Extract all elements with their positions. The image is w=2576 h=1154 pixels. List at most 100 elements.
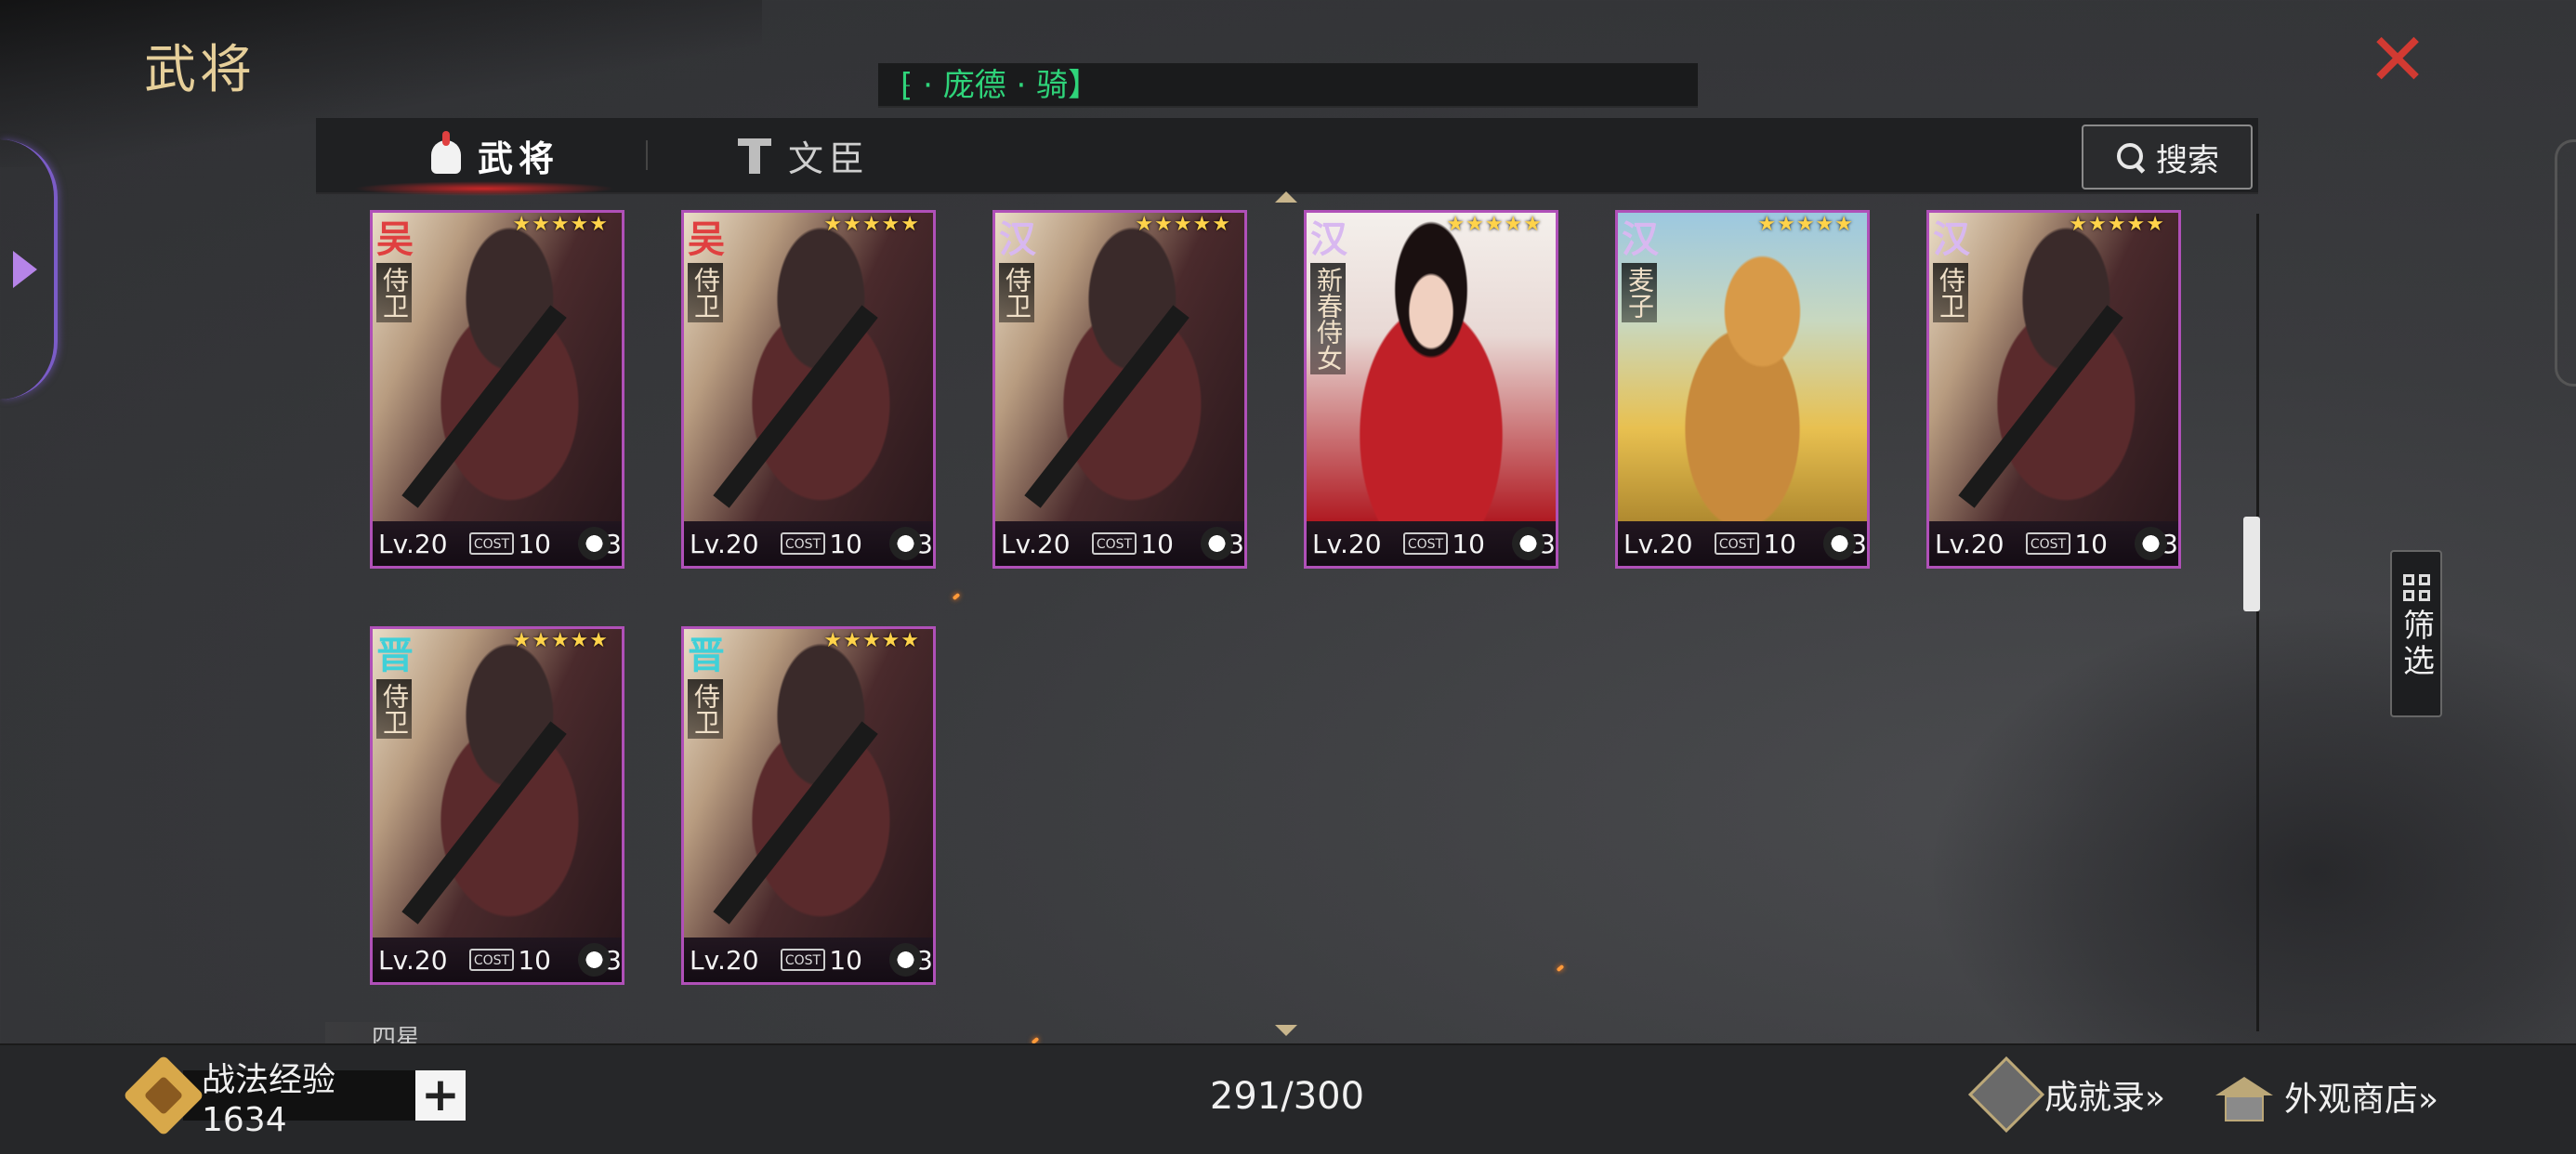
side-panel-toggle[interactable] [0,139,58,400]
cost-value: 10 [829,528,862,559]
cost-value: 10 [518,528,551,559]
tab-bar: 武将 文臣 搜索 [316,118,2258,196]
horse-icon [1823,527,1857,560]
bottom-bar: 战法经验 1634 + 291/300 成就录» 外观商店» [0,1043,2576,1154]
ember-particle [952,592,961,601]
shield-icon [1201,527,1234,560]
level-text: Lv.20 [1935,528,2004,559]
card-info-bar: Lv.20 COST 10 3 [1929,521,2178,566]
general-card[interactable]: 吴 侍卫 ★★★★★ Lv.20 COST 10 3 [681,210,936,569]
tab-generals[interactable]: 武将 [352,118,616,196]
cost-value: 10 [829,944,862,976]
scroll-down-indicator [1275,1025,1297,1036]
cost-value: 10 [1140,528,1174,559]
general-card[interactable]: 吴 侍卫 ★★★★★ Lv.20 COST 10 3 [370,210,624,569]
faction-label: 汉 [1933,217,1970,261]
general-name: 侍卫 [376,263,412,322]
faction-label: 晋 [688,634,725,677]
faction-label: 汉 [1622,217,1659,261]
pavilion-icon [2215,1068,2273,1125]
cost-icon: COST [780,532,826,555]
card-info-bar: Lv.20 COST 10 3 [995,521,1244,566]
cost-icon: COST [2025,532,2071,555]
star-rating: ★★★★★ [512,213,609,236]
marquee-text: ⁅ · 庞德 · 骑】 [900,67,1100,104]
level-text: Lv.20 [690,944,759,976]
faction-label: 吴 [376,217,414,261]
general-name: 麦子 [1622,263,1657,322]
card-info-bar: Lv.20 COST 10 3 [1618,521,1867,566]
card-info-bar: Lv.20 COST 10 3 [373,521,622,566]
page-title: 武将 [144,40,256,100]
cost-value: 10 [1452,528,1485,559]
level-text: Lv.20 [1312,528,1382,559]
cost-icon: COST [468,532,515,555]
general-card[interactable]: 晋 侍卫 ★★★★★ Lv.20 COST 10 3 [681,626,936,985]
general-card[interactable]: 汉 麦子 ★★★★★ Lv.20 COST 10 3 [1615,210,1870,569]
skin-shop-label: 外观商店» [2284,1081,2439,1119]
scholar-icon [734,135,775,176]
bow-icon [578,943,611,977]
filter-label: 筛选 [2397,609,2435,679]
ember-particle [1556,964,1565,973]
level-text: Lv.20 [690,528,759,559]
general-card[interactable]: 汉 侍卫 ★★★★★ Lv.20 COST 10 3 [1926,210,2181,569]
right-edge-handle[interactable] [2555,139,2576,387]
add-exp-button[interactable]: + [415,1070,466,1121]
level-text: Lv.20 [1001,528,1071,559]
card-info-bar: Lv.20 COST 10 3 [373,938,622,982]
cost-icon: COST [780,949,826,971]
general-card[interactable]: 汉 新春侍女 ★★★★★ Lv.20 COST 10 3 [1304,210,1558,569]
achievement-badge-icon [1967,1056,2045,1134]
scroll-up-indicator [1275,191,1297,203]
tab-ministers-label: 文臣 [788,138,871,179]
faction-label: 吴 [688,217,725,261]
horse-icon [1512,527,1545,560]
tab-ministers[interactable]: 文臣 [734,118,870,192]
card-info-bar: Lv.20 COST 10 3 [1307,521,1556,566]
card-info-bar: Lv.20 COST 10 3 [684,521,933,566]
star-rating: ★★★★★ [1446,213,1543,236]
general-count: 291/300 [1209,1075,1365,1118]
tactic-exp: 战法经验 1634 + [123,1055,466,1139]
faction-label: 汉 [1310,217,1347,261]
star-rating: ★★★★★ [1757,213,1854,236]
cost-icon: COST [1091,532,1137,555]
tab-divider [646,140,648,170]
tab-generals-label: 武将 [478,138,560,179]
achievements-label: 成就录» [2044,1079,2166,1117]
general-name: 新春侍女 [1310,263,1346,374]
general-card[interactable]: 晋 侍卫 ★★★★★ Lv.20 COST 10 3 [370,626,624,985]
cost-icon: COST [1402,532,1449,555]
general-name: 侍卫 [688,679,723,739]
achievements-link[interactable]: 成就录» [1967,1056,2166,1134]
scrollbar-thumb[interactable] [2243,517,2260,611]
cost-icon: COST [1714,532,1760,555]
skin-shop-link[interactable]: 外观商店» [2215,1068,2438,1125]
horse-icon [2135,527,2168,560]
horse-icon [889,527,923,560]
close-button[interactable]: ✕ [2360,24,2435,97]
search-button[interactable]: 搜索 [2082,125,2253,190]
cost-value: 10 [2074,528,2108,559]
card-info-bar: Lv.20 COST 10 3 [684,938,933,982]
star-rating: ★★★★★ [512,629,609,652]
tactic-exp-value: 战法经验 1634 [183,1061,415,1139]
level-text: Lv.20 [378,944,448,976]
filter-button[interactable]: 筛选 [2390,550,2442,717]
fist-icon [123,1055,204,1136]
level-text: Lv.20 [378,528,448,559]
general-name: 侍卫 [999,263,1034,322]
bow-icon [578,527,611,560]
general-name: 侍卫 [688,263,723,322]
general-name: 侍卫 [376,679,412,739]
general-card[interactable]: 汉 侍卫 ★★★★★ Lv.20 COST 10 3 [992,210,1247,569]
grid-icon [2402,574,2430,601]
search-icon [2115,141,2147,173]
arrow-right-icon [13,251,37,288]
cost-icon: COST [468,949,515,971]
horse-icon [889,943,923,977]
faction-label: 晋 [376,634,414,677]
star-rating: ★★★★★ [823,213,920,236]
search-label: 搜索 [2156,141,2219,179]
